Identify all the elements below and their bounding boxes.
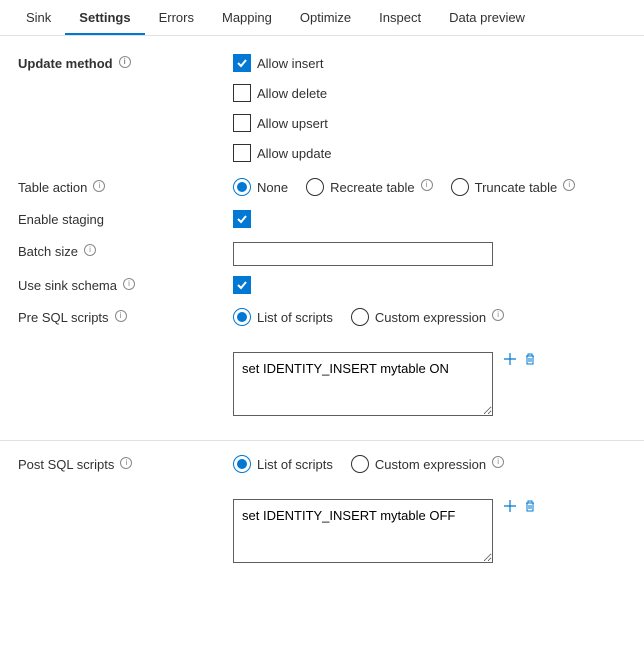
truncate-label: Truncate table <box>475 180 558 195</box>
custom-expression-label: Custom expression <box>375 310 486 325</box>
settings-panel: Update method i Allow insert Allow delet… <box>0 36 644 563</box>
table-action-truncate-radio[interactable] <box>451 178 469 196</box>
delete-icon[interactable] <box>523 499 537 513</box>
info-icon[interactable]: i <box>84 244 96 256</box>
divider <box>0 440 644 441</box>
recreate-label: Recreate table <box>330 180 415 195</box>
table-action-recreate-radio[interactable] <box>306 178 324 196</box>
tab-sink[interactable]: Sink <box>12 0 65 35</box>
custom-expression-label: Custom expression <box>375 457 486 472</box>
allow-delete-label: Allow delete <box>257 86 327 101</box>
batch-size-text: Batch size <box>18 244 78 259</box>
allow-insert-checkbox[interactable] <box>233 54 251 72</box>
batch-size-label: Batch size i <box>18 242 233 259</box>
update-method-text: Update method <box>18 56 113 71</box>
use-sink-schema-checkbox[interactable] <box>233 276 251 294</box>
use-sink-schema-label: Use sink schema i <box>18 276 233 293</box>
update-method-label: Update method i <box>18 54 233 71</box>
info-icon[interactable]: i <box>492 309 504 321</box>
tab-inspect[interactable]: Inspect <box>365 0 435 35</box>
post-sql-label: Post SQL scripts i <box>18 455 233 472</box>
use-sink-schema-text: Use sink schema <box>18 278 117 293</box>
table-action-none-radio[interactable] <box>233 178 251 196</box>
enable-staging-label: Enable staging <box>18 210 233 227</box>
enable-staging-checkbox[interactable] <box>233 210 251 228</box>
pre-sql-text: Pre SQL scripts <box>18 310 109 325</box>
info-icon[interactable]: i <box>119 56 131 68</box>
list-of-scripts-label: List of scripts <box>257 310 333 325</box>
info-icon[interactable]: i <box>115 310 127 322</box>
allow-upsert-label: Allow upsert <box>257 116 328 131</box>
info-icon[interactable]: i <box>563 179 575 191</box>
table-action-text: Table action <box>18 180 87 195</box>
info-icon[interactable]: i <box>421 179 433 191</box>
list-of-scripts-label: List of scripts <box>257 457 333 472</box>
enable-staging-text: Enable staging <box>18 212 104 227</box>
pre-sql-label: Pre SQL scripts i <box>18 308 233 325</box>
pre-sql-script-input[interactable] <box>233 352 493 416</box>
add-icon[interactable] <box>503 352 517 366</box>
tab-bar: Sink Settings Errors Mapping Optimize In… <box>0 0 644 36</box>
table-action-label: Table action i <box>18 178 233 195</box>
allow-insert-label: Allow insert <box>257 56 323 71</box>
allow-update-label: Allow update <box>257 146 331 161</box>
post-sql-list-radio[interactable] <box>233 455 251 473</box>
pre-sql-list-radio[interactable] <box>233 308 251 326</box>
post-sql-text: Post SQL scripts <box>18 457 114 472</box>
batch-size-input[interactable] <box>233 242 493 266</box>
allow-update-checkbox[interactable] <box>233 144 251 162</box>
tab-data-preview[interactable]: Data preview <box>435 0 539 35</box>
tab-optimize[interactable]: Optimize <box>286 0 365 35</box>
tab-errors[interactable]: Errors <box>145 0 208 35</box>
pre-sql-custom-radio[interactable] <box>351 308 369 326</box>
post-sql-custom-radio[interactable] <box>351 455 369 473</box>
allow-upsert-checkbox[interactable] <box>233 114 251 132</box>
allow-delete-checkbox[interactable] <box>233 84 251 102</box>
tab-settings[interactable]: Settings <box>65 0 144 35</box>
info-icon[interactable]: i <box>93 180 105 192</box>
post-sql-script-input[interactable] <box>233 499 493 563</box>
info-icon[interactable]: i <box>120 457 132 469</box>
tab-mapping[interactable]: Mapping <box>208 0 286 35</box>
none-label: None <box>257 180 288 195</box>
add-icon[interactable] <box>503 499 517 513</box>
info-icon[interactable]: i <box>492 456 504 468</box>
info-icon[interactable]: i <box>123 278 135 290</box>
delete-icon[interactable] <box>523 352 537 366</box>
